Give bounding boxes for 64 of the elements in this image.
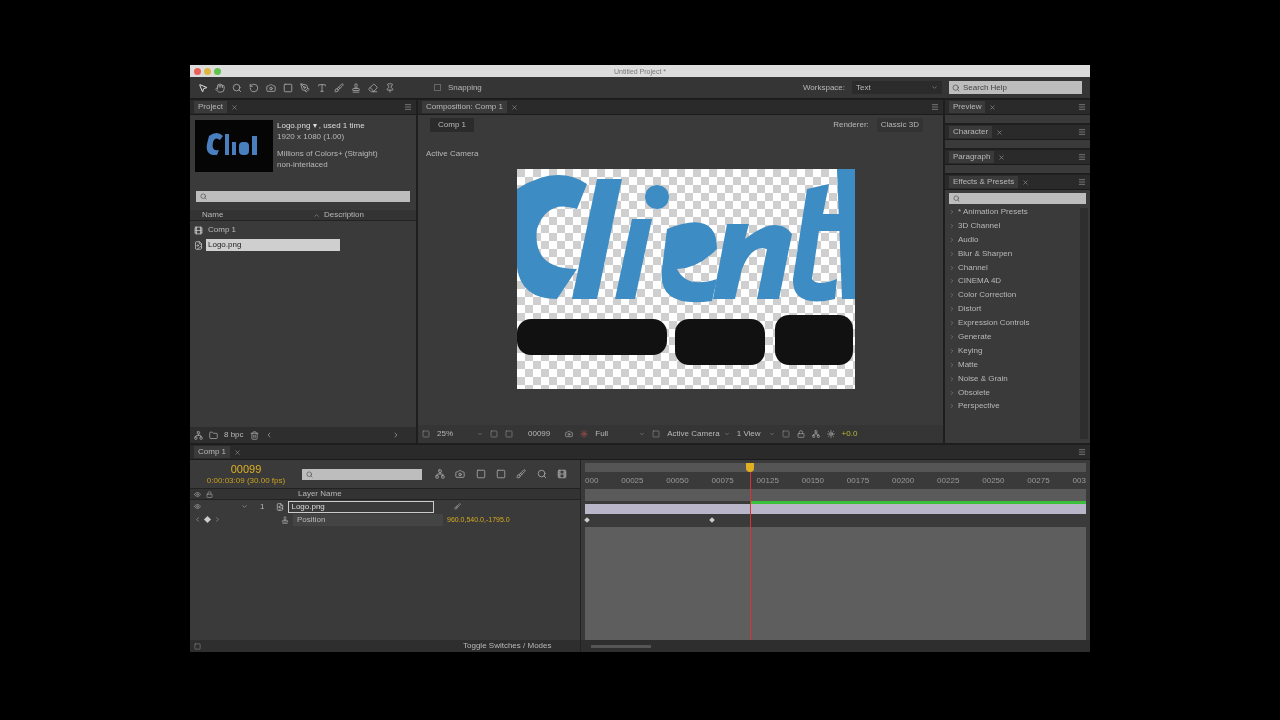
ruler-label: 00125	[756, 476, 779, 485]
ruler-label: 00025	[621, 476, 644, 485]
timeline-tab[interactable]: Comp 1	[194, 446, 230, 458]
renderer-button[interactable]: Classic 3D	[876, 118, 923, 132]
effect-category[interactable]: Noise & Grain	[958, 374, 1008, 383]
project-item[interactable]: Comp 1	[206, 224, 340, 236]
ruler-label: 00175	[846, 476, 870, 485]
ruler-label: 00275	[1027, 476, 1050, 485]
current-time-button[interactable]: 00099	[520, 430, 559, 438]
ruler-label: 00050	[666, 476, 689, 485]
effects-tab[interactable]: Effects & Presets	[949, 176, 1019, 188]
effect-category[interactable]: CINEMA 4D	[958, 277, 1002, 286]
effect-category[interactable]: Color Correction	[958, 291, 1017, 300]
view-label: Active Camera	[426, 149, 479, 158]
camera-dropdown[interactable]: Active Camera	[667, 430, 730, 438]
panel-tab[interactable]: Character	[949, 126, 993, 138]
toggle-switches-button[interactable]: Toggle Switches / Modes	[463, 642, 552, 650]
bit-depth-button[interactable]: 8 bpc	[224, 431, 244, 439]
project-tab[interactable]: Project	[194, 101, 227, 113]
panel-tab[interactable]: Paragraph	[949, 151, 995, 163]
effect-category[interactable]: Blur & Sharpen	[958, 249, 1013, 258]
effect-category[interactable]: Distort	[958, 305, 982, 314]
ruler-label: 003	[1072, 476, 1086, 485]
effect-category[interactable]: Perspective	[958, 402, 1000, 411]
effect-category[interactable]: Channel	[958, 263, 988, 272]
workspace-dropdown[interactable]: Text	[852, 81, 942, 94]
effect-category[interactable]: Obsolete	[958, 388, 991, 397]
exposure-value[interactable]: +0.0	[841, 430, 858, 438]
ruler-label: 000	[585, 476, 599, 485]
file-name: Logo.png ▾ , used 1 time	[277, 122, 366, 130]
effect-category[interactable]: 3D Channel	[958, 221, 1001, 230]
layer-number: 1	[260, 502, 265, 511]
renderer-label: Renderer:	[833, 121, 869, 129]
effect-category[interactable]: Generate	[958, 333, 992, 341]
resolution-dropdown[interactable]: Full	[595, 430, 646, 438]
column-header[interactable]: Layer Name	[298, 490, 342, 498]
column-header[interactable]: Description	[324, 211, 364, 219]
timecode-detail: 0:00:03:09 (30.00 fps)	[206, 476, 286, 485]
effect-category[interactable]: Keying	[958, 346, 983, 355]
property-name: Position	[293, 513, 443, 526]
column-header[interactable]: Name	[202, 211, 224, 219]
ruler-label: 00200	[892, 476, 915, 485]
snapping-label: Snapping	[448, 83, 482, 92]
current-timecode[interactable]: 00099	[230, 463, 262, 475]
effect-category[interactable]: Audio	[958, 235, 979, 244]
workspace-label: Workspace:	[802, 83, 845, 92]
layer-name-field[interactable]: Logo.png	[288, 500, 435, 513]
project-item[interactable]: Logo.png	[206, 239, 340, 251]
zoom-dropdown[interactable]: 25%	[437, 430, 483, 438]
file-info: 1920 x 1080 (1.00)	[277, 133, 346, 141]
ruler-label: 00150	[801, 476, 824, 485]
effect-category[interactable]: Matte	[958, 360, 978, 369]
effect-category[interactable]: * Animation Presets	[958, 208, 1028, 216]
ruler-label: 00075	[711, 476, 734, 485]
comp-tab[interactable]: Comp 1	[430, 118, 474, 132]
panel-tab[interactable]: Preview	[949, 101, 986, 113]
views-dropdown[interactable]: 1 View	[736, 430, 775, 438]
composition-tab[interactable]: Composition: Comp 1	[422, 101, 507, 113]
file-info: non-interlaced	[277, 161, 329, 169]
file-info: Millions of Colors+ (Straight)	[277, 150, 378, 158]
effect-category[interactable]: Expression Controls	[958, 319, 1030, 328]
ruler-label: 00250	[982, 476, 1005, 485]
search-field[interactable]: Search Help	[949, 81, 1082, 94]
ruler-label: 00225	[937, 476, 960, 485]
